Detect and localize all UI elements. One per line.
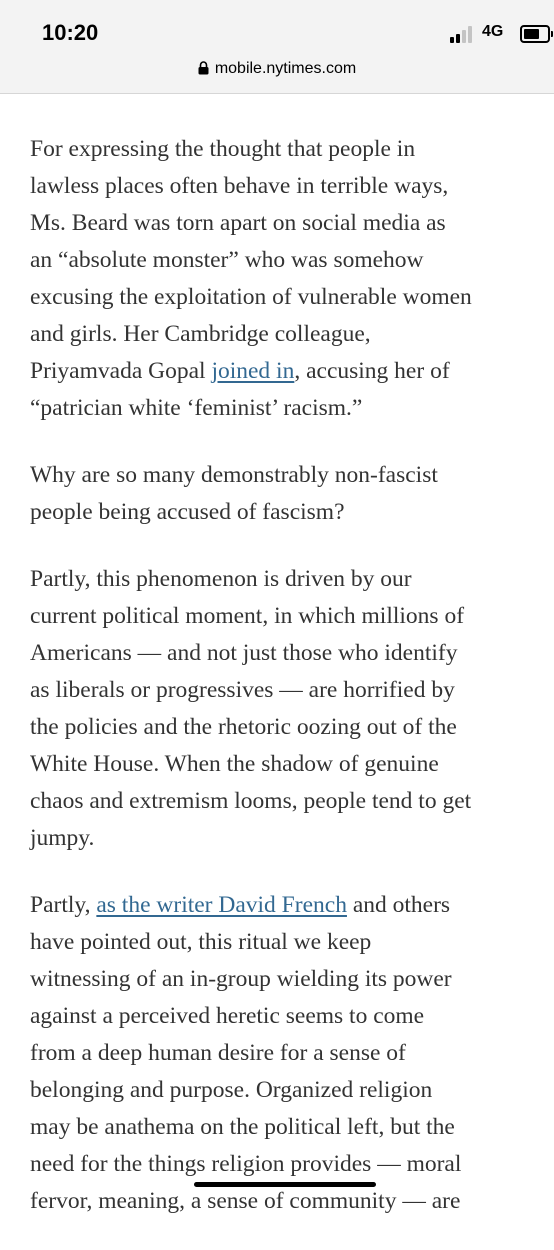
article-body: For expressing the thought that people i… [30, 131, 530, 1250]
text-line: current political moment, in which milli… [30, 603, 465, 629]
text-line: and girls. Her Cambridge colleague, [30, 321, 371, 347]
text-line: an “absolute monster” who was somehow [30, 247, 424, 273]
text-segment: and others [346, 892, 451, 918]
text-segment: , accusing her of [294, 358, 450, 384]
text-line: chaos and extremism looms, people tend t… [30, 788, 472, 814]
home-indicator[interactable] [194, 1182, 376, 1187]
paragraph-2: Why are so many demonstrably non-fascist… [30, 457, 530, 531]
paragraph-4: Partly, as the writer David French and o… [30, 887, 530, 1220]
text-line: witnessing of an in-group wielding its p… [30, 966, 452, 992]
paragraph-1: For expressing the thought that people i… [30, 131, 530, 427]
joined-in-link[interactable]: joined in [211, 358, 294, 384]
text-line: from a deep human desire for a sense of [30, 1040, 406, 1066]
text-line: Americans — and not just those who ident… [30, 640, 458, 666]
lock-icon [198, 61, 209, 75]
text-line: Ms. Beard was torn apart on social media… [30, 210, 446, 236]
cellular-signal-icon [450, 25, 476, 43]
paragraph-3: Partly, this phenomenon is driven by our… [30, 561, 530, 857]
text-line: people being accused of fascism? [30, 499, 345, 525]
address-bar[interactable]: mobile.nytimes.com [0, 60, 554, 78]
text-line: Partly, this phenomenon is driven by our [30, 566, 412, 592]
text-line: “patrician white ‘feminist’ racism.” [30, 395, 363, 421]
text-line: White House. When the shadow of genuine [30, 751, 439, 777]
text-line: fervor, meaning, a sense of community — … [30, 1188, 461, 1214]
text-line: lawless places often behave in terrible … [30, 173, 449, 199]
browser-top-bar: 10:20 4G mobile.nytimes.com [0, 0, 554, 94]
text-line: have pointed out, this ritual we keep [30, 929, 372, 955]
david-french-link[interactable]: as the writer David French [96, 892, 347, 918]
text-line: the policies and the rhetoric oozing out… [30, 714, 457, 740]
text-line: need for the things religion provides — … [30, 1151, 462, 1177]
network-type: 4G [482, 23, 504, 40]
text-line: jumpy. [30, 825, 95, 851]
battery-level [524, 29, 540, 39]
text-line: Partly, as the writer David French and o… [30, 887, 530, 924]
status-time: 10:20 [42, 20, 99, 45]
text-line: Why are so many demonstrably non-fascist [30, 462, 438, 488]
text-line: belonging and purpose. Organized religio… [30, 1077, 433, 1103]
url-text: mobile.nytimes.com [214, 60, 357, 77]
text-segment: Partly, [30, 892, 97, 918]
battery-icon [520, 25, 553, 43]
text-line: Priyamvada Gopal joined in, accusing her… [30, 353, 530, 390]
text-line: excusing the exploitation of vulnerable … [30, 284, 472, 310]
text-line: For expressing the thought that people i… [30, 136, 416, 162]
text-segment: Priyamvada Gopal [30, 358, 212, 384]
text-line: against a perceived heretic seems to com… [30, 1003, 425, 1029]
text-line: may be anathema on the political left, b… [30, 1114, 455, 1140]
text-line: as liberals or progressives — are horrif… [30, 677, 455, 703]
